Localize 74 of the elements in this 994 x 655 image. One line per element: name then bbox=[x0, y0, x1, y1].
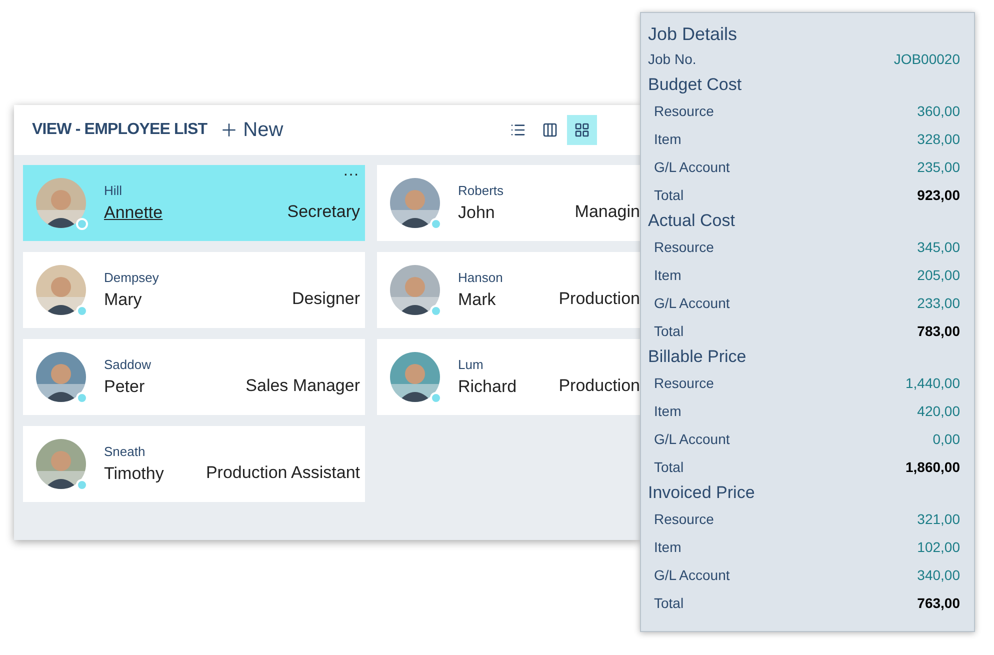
field-value[interactable]: JOB00020 bbox=[894, 48, 960, 70]
employee-card[interactable]: Sneath Timothy Production Assistant bbox=[23, 426, 365, 502]
employee-card[interactable]: Dempsey Mary Designer bbox=[23, 252, 365, 328]
last-name: Lum bbox=[458, 356, 484, 374]
first-name[interactable]: Mary bbox=[104, 287, 159, 312]
field-value[interactable]: 420,00 bbox=[917, 400, 960, 422]
last-name: Hill bbox=[104, 182, 124, 200]
employee-card[interactable]: Roberts John Managin bbox=[377, 165, 640, 241]
job-title: Designer bbox=[292, 288, 360, 310]
field-label: G/L Account bbox=[654, 294, 730, 312]
tile-view-icon bbox=[542, 122, 558, 138]
new-button[interactable]: New bbox=[219, 115, 284, 145]
last-name: Saddow bbox=[104, 356, 151, 374]
group-heading: Budget Cost bbox=[648, 74, 743, 96]
field-value[interactable]: 205,00 bbox=[917, 264, 960, 286]
field-value[interactable]: 1,440,00 bbox=[906, 372, 960, 394]
more-button[interactable]: ··· bbox=[343, 167, 359, 183]
total-label: Total bbox=[654, 458, 684, 476]
group-heading: Actual Cost bbox=[648, 210, 736, 232]
field-label: G/L Account bbox=[654, 566, 730, 584]
total-label: Total bbox=[654, 322, 684, 340]
field-label: Resource bbox=[654, 102, 714, 120]
last-name: Dempsey bbox=[104, 268, 159, 287]
field-value[interactable]: 360,00 bbox=[917, 100, 960, 122]
field-value[interactable]: 321,00 bbox=[917, 508, 960, 530]
field-value[interactable]: 235,00 bbox=[917, 156, 960, 178]
job-title: Secretary bbox=[287, 201, 360, 224]
field-label: Item bbox=[654, 266, 682, 284]
field-label: Job No. bbox=[648, 50, 696, 68]
job-title: Managin bbox=[574, 201, 640, 224]
field-label: G/L Account bbox=[654, 158, 730, 176]
field-value[interactable]: 345,00 bbox=[917, 236, 960, 258]
field-value[interactable]: 0,00 bbox=[932, 428, 960, 450]
total-label: Total bbox=[654, 186, 684, 204]
first-name[interactable]: Peter bbox=[104, 374, 151, 400]
field-label: Item bbox=[654, 538, 682, 556]
total-value: 783,00 bbox=[917, 322, 960, 340]
first-name[interactable]: Richard bbox=[458, 374, 517, 400]
total-value: 923,00 bbox=[917, 186, 960, 204]
list-view-icon bbox=[510, 122, 526, 138]
field-value[interactable]: 340,00 bbox=[917, 564, 960, 586]
employee-card[interactable]: Hanson Mark Production bbox=[377, 252, 640, 328]
field-label: Resource bbox=[654, 510, 714, 528]
first-name[interactable]: Annette bbox=[104, 200, 163, 226]
last-name: Hanson bbox=[458, 268, 503, 286]
group-heading: Billable Price bbox=[648, 346, 748, 368]
field-label: Resource bbox=[654, 374, 714, 392]
total-value: 1,860,00 bbox=[906, 458, 960, 476]
job-title: Production Assistant bbox=[206, 462, 360, 484]
group-heading: Invoiced Price bbox=[648, 482, 756, 504]
total-label: Total bbox=[654, 594, 684, 612]
employee-card[interactable]: Lum Richard Production bbox=[377, 339, 640, 415]
grid-view-icon bbox=[574, 122, 590, 138]
total-value: 763,00 bbox=[917, 594, 960, 612]
view-toggle[interactable] bbox=[567, 115, 597, 145]
job-title: Sales Manager bbox=[246, 375, 360, 398]
field-label: Resource bbox=[654, 238, 714, 256]
employee-card[interactable]: Saddow Peter Sales Manager bbox=[23, 339, 365, 415]
field-value[interactable]: 233,00 bbox=[917, 292, 960, 314]
field-label: G/L Account bbox=[654, 430, 730, 448]
last-name: Roberts bbox=[458, 182, 504, 200]
field-label: Item bbox=[654, 402, 682, 420]
job-title: Production bbox=[558, 375, 640, 398]
first-name[interactable]: Timothy bbox=[104, 461, 164, 486]
list-title: VIEW - EMPLOYEE LIST bbox=[32, 120, 208, 140]
panel-title: Job Details bbox=[648, 23, 738, 45]
first-name[interactable]: John bbox=[458, 200, 504, 226]
field-label: Item bbox=[654, 130, 682, 148]
field-value[interactable]: 328,00 bbox=[917, 128, 960, 150]
first-name[interactable]: Mark bbox=[458, 287, 503, 312]
field-value[interactable]: 102,00 bbox=[917, 536, 960, 558]
job-title: Production bbox=[558, 288, 640, 310]
employee-card[interactable]: Hill Annette Secretary ··· bbox=[23, 165, 365, 241]
last-name: Sneath bbox=[104, 442, 146, 460]
